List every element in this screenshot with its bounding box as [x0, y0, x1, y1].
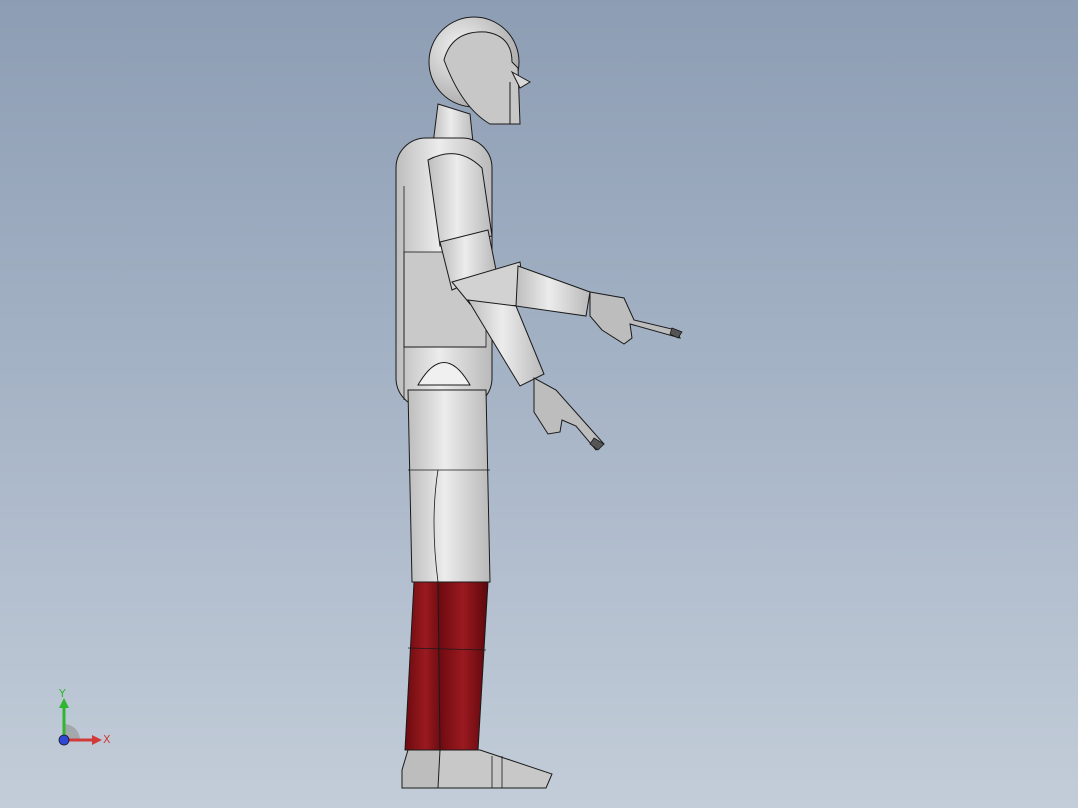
axis-x-label: X — [103, 733, 111, 746]
robot-feet — [401, 749, 553, 789]
robot-model[interactable] — [0, 0, 1078, 808]
robot-upper-leg — [407, 362, 491, 583]
graphics-viewport[interactable]: Y X — [0, 0, 1078, 808]
robot-lower-legs — [404, 581, 489, 751]
axis-y-label: Y — [59, 687, 66, 700]
